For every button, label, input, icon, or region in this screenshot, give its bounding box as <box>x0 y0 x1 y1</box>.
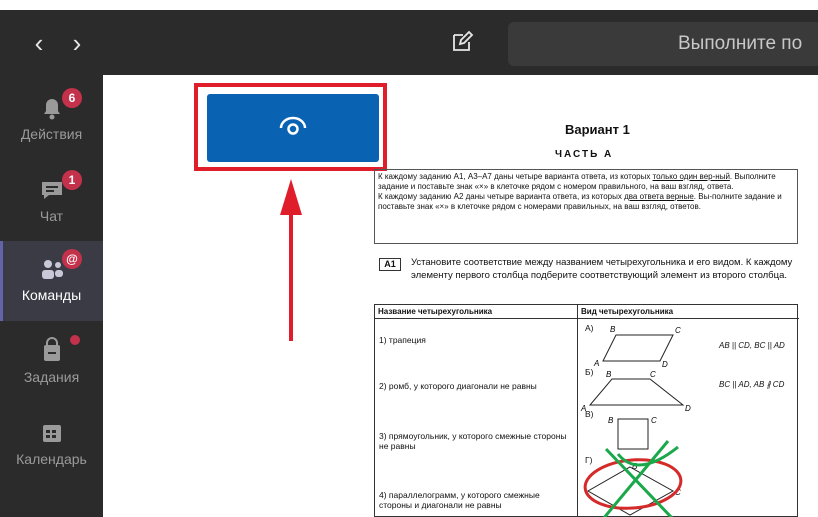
app-rail: 6 Действия 1 Чат @ Команды Задания Кален… <box>0 75 103 517</box>
rail-item-chat[interactable]: 1 Чат <box>0 162 103 242</box>
rail-item-assignments[interactable]: Задания <box>0 323 103 403</box>
rail-item-calendar[interactable]: Календарь <box>0 405 103 485</box>
quadrilateral-figures: B C A D B C A D B C B C <box>580 325 691 517</box>
col1-header: Название четырехугольника <box>378 307 493 316</box>
back-button[interactable]: ‹ <box>28 30 50 56</box>
annotation-highlight-box <box>194 83 387 171</box>
search-input[interactable]: Выполните по <box>508 22 818 66</box>
instruction-2: К каждому заданию А2 даны четыре вариант… <box>378 192 782 211</box>
table-row: 3) прямоугольник, у которого смежные сто… <box>379 431 567 451</box>
chat-badge: 1 <box>62 170 82 190</box>
vertex-label: B <box>606 370 612 379</box>
forward-button[interactable]: › <box>66 30 88 56</box>
teams-mention-badge: @ <box>62 249 82 269</box>
vertex-label: D <box>685 404 691 413</box>
compose-icon[interactable] <box>450 30 474 54</box>
table-row: 1) трапеция <box>379 335 426 345</box>
part-title: ЧАСТЬ А <box>555 149 614 160</box>
annotation-arrow-head <box>280 179 302 215</box>
rail-label: Действия <box>20 126 83 142</box>
rail-item-teams[interactable]: @ Команды <box>0 241 103 321</box>
matching-table: Название четырехугольника Вид четырехуго… <box>374 304 799 517</box>
table-row: 2) ромб, у которого диагонали не равны <box>379 381 537 391</box>
green-scribble <box>602 440 679 517</box>
rail-label: Задания <box>23 369 80 385</box>
vertex-label: C <box>651 416 657 425</box>
vertex-label: B <box>610 325 616 334</box>
rail-label: Чат <box>39 208 64 224</box>
question-text: Установите соответствие между названием … <box>411 257 793 281</box>
vertex-label: D <box>662 360 668 369</box>
assignments-icon <box>44 337 60 361</box>
window-top-gap <box>0 0 818 10</box>
vertex-label: A <box>580 404 586 413</box>
variant-title: Вариант 1 <box>565 122 630 137</box>
instructions-box: К каждому заданию А1, А3–А7 даны четыре … <box>374 169 798 244</box>
vertex-label: C <box>650 370 656 379</box>
assignments-dot <box>70 335 80 345</box>
document-viewer: Вариант 1 ЧАСТЬ А К каждому заданию А1, … <box>103 75 818 517</box>
vertex-label: C <box>675 326 681 335</box>
rail-label: Календарь <box>16 451 87 467</box>
vertex-label: B <box>608 416 614 425</box>
activity-badge: 6 <box>62 88 82 108</box>
col2-header: Вид четырехугольника <box>581 307 674 316</box>
title-bar: ‹ › Выполните по <box>0 0 818 75</box>
annotation-arrow-line <box>289 213 293 341</box>
rail-label: Команды <box>21 287 82 303</box>
calendar-icon <box>43 425 61 442</box>
instruction-1: К каждому заданию А1, А3–А7 даны четыре … <box>378 172 776 191</box>
question-label: А1 <box>379 258 401 271</box>
teams-window: ‹ › Выполните по 6 Действия 1 Чат @ Кома… <box>0 0 818 517</box>
table-row: 4) параллелограмм, у которого смежные ст… <box>379 490 540 510</box>
vertex-label: A <box>593 359 599 368</box>
rail-item-activity[interactable]: 6 Действия <box>0 80 103 160</box>
